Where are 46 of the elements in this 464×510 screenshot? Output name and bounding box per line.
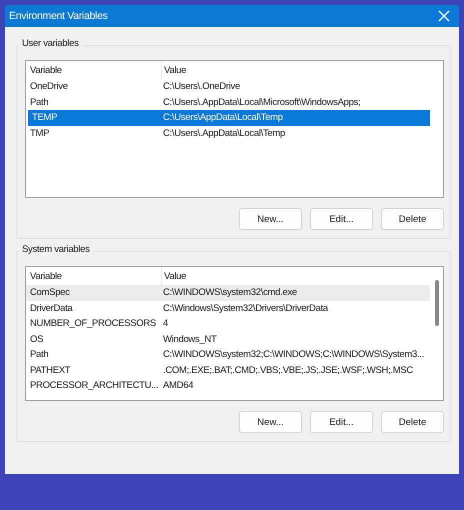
variable-name: ComSpec: [29, 286, 71, 300]
variable-value: .COM;.EXE;.BAT;.CMD;.VBS;.VBE;.JS;.JSE;.WSF;.WSH;.MSC: [162, 364, 413, 378]
variable-name: DriverData: [29, 302, 74, 316]
list-row[interactable]: OS Windows_NT: [26, 332, 430, 347]
variable-value: C:\WINDOWS\system32\cmd.exe: [162, 286, 297, 300]
list-row[interactable]: TMP C:\Users\.AppData\Local\Temp: [26, 126, 430, 141]
list-row[interactable]: NUMBER_OF_PROCESSORS 4: [26, 316, 430, 332]
column-header[interactable]: Variable: [26, 64, 161, 76]
variable-name: Path: [29, 96, 50, 110]
variable-value: C:\Users\AppData\Local\Temp: [162, 111, 283, 126]
list-row[interactable]: Path C:\WINDOWS\system32;C:\WINDOWS;C:\WINDOWS\System3...: [26, 347, 430, 362]
variable-name: TMP: [29, 126, 50, 141]
variable-name: NUMBER_OF_PROCESSORS: [29, 317, 157, 332]
list-row[interactable]: PATHEXT .COM;.EXE;.BAT;.CMD;.VBS;.VBE;.JS;.JSE;.WSF;.WSH;.MSC: [26, 362, 430, 378]
group-title: System variables: [19, 244, 93, 255]
variable-name: PATHEXT: [29, 364, 72, 378]
variable-value: C:\Users\.AppData\Local\Temp: [162, 126, 286, 141]
column-header[interactable]: Value: [161, 61, 186, 79]
variable-value: 4: [162, 317, 168, 332]
window-title: Environment Variables: [9, 10, 108, 22]
dialog-button[interactable]: Edit...: [310, 411, 373, 433]
group-title: User variables: [19, 38, 82, 49]
dialog-button[interactable]: Edit...: [310, 208, 373, 230]
variable-value: Windows_NT: [162, 332, 216, 347]
list-row[interactable]: ComSpec C:\WINDOWS\system32\cmd.exe: [26, 285, 430, 300]
list-row[interactable]: PROCESSOR_ARCHITECTU... AMD64: [26, 378, 430, 394]
variable-name: OneDrive: [29, 80, 69, 94]
variable-value: C:\WINDOWS\system32;C:\WINDOWS;C:\WINDOWS\System3...: [162, 348, 424, 362]
variable-value: C:\Users\.AppData\Local\Microsoft\WindowsApps;: [162, 96, 360, 110]
list-row[interactable]: Path C:\Users\.AppData\Local\Microsoft\WindowsApps;: [26, 94, 430, 110]
dialog-button[interactable]: New...: [239, 208, 302, 230]
variable-name: Path: [29, 348, 50, 362]
list-row[interactable]: TEMP C:\Users\AppData\Local\Temp: [28, 110, 430, 126]
variable-name: TEMP: [31, 111, 58, 126]
close-icon[interactable]: [438, 10, 450, 22]
variable-value: C:\Windows\System32\Drivers\DriverData: [162, 302, 328, 316]
dialog-button[interactable]: New...: [239, 411, 302, 433]
dialog-button[interactable]: Delete: [381, 208, 444, 230]
variable-value: C:\Users\.OneDrive: [162, 80, 240, 94]
variable-name: OS: [29, 332, 44, 347]
column-header[interactable]: Variable: [26, 270, 161, 282]
list-row[interactable]: OneDrive C:\Users\.OneDrive: [26, 79, 430, 94]
variable-name: PROCESSOR_ARCHITECTU...: [29, 379, 160, 394]
dialog-button[interactable]: Delete: [381, 411, 444, 433]
list-row[interactable]: DriverData C:\Windows\System32\Drivers\DriverData: [26, 300, 430, 316]
variable-value: AMD64: [162, 379, 194, 394]
